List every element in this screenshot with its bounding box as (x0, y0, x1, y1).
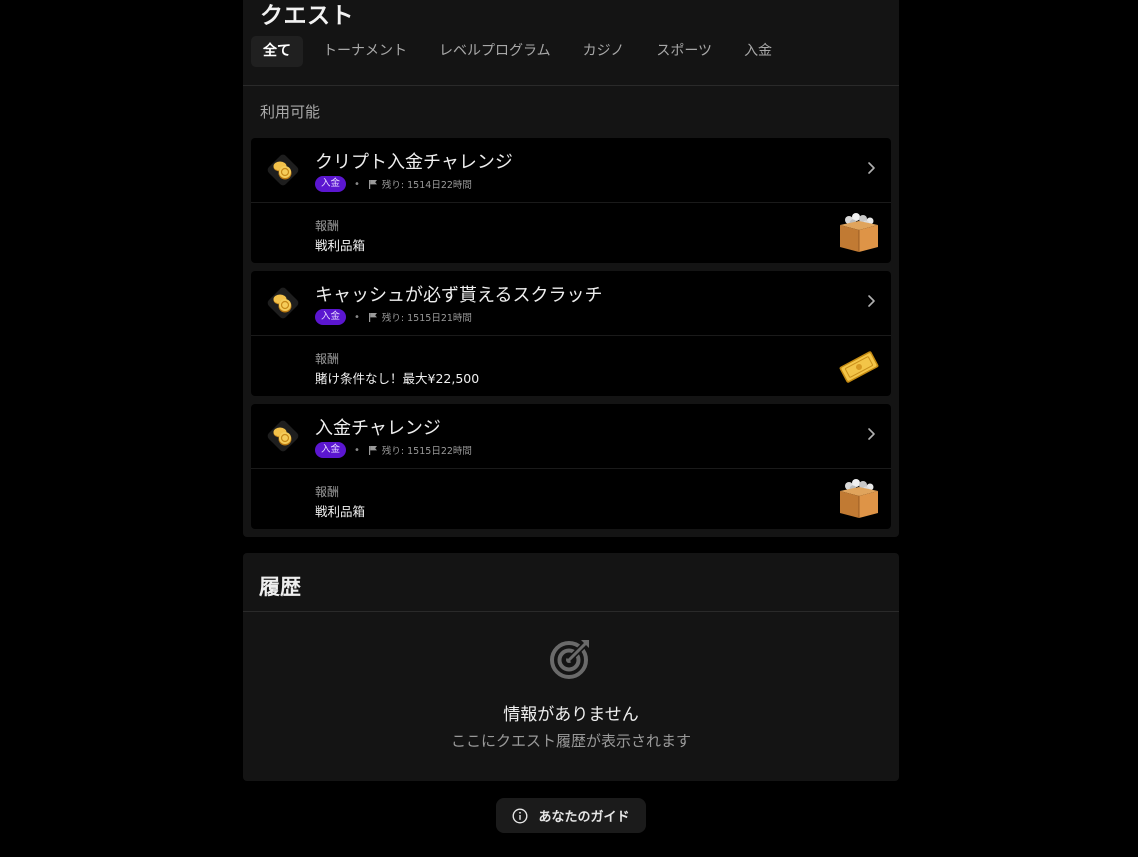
reward-label: 報酬 (315, 352, 340, 366)
loot-box-icon (840, 479, 878, 518)
target-icon (550, 640, 589, 679)
flag-icon (368, 446, 377, 455)
reward-label: 報酬 (315, 485, 340, 499)
quest-meta: 入金 • 残り: 1514日22時間 (315, 176, 472, 192)
meta-separator: • (354, 311, 360, 323)
category-badge: 入金 (315, 176, 347, 192)
card-divider (251, 202, 891, 203)
guide-button-label: あなたのガイド (538, 810, 630, 825)
history-divider (243, 611, 899, 612)
reward-label: 報酬 (315, 219, 340, 233)
quests-panel: クエスト 全て トーナメント レベルプログラム カジノ スポーツ 入金 利用可能… (243, 0, 899, 537)
card-divider (251, 468, 891, 469)
chevron-right-icon[interactable] (865, 160, 877, 176)
quest-meta: 入金 • 残り: 1515日21時間 (315, 309, 472, 325)
reward-value: 戦利品箱 (315, 504, 366, 519)
empty-state-subtitle: ここにクエスト履歴が表示されます (450, 732, 691, 750)
quest-title: キャッシュが必ず貰えるスクラッチ (315, 285, 603, 306)
tab-tournament[interactable]: トーナメント (311, 36, 419, 67)
category-badge: 入金 (315, 442, 347, 458)
golden-ticket-icon (839, 351, 879, 383)
coins-icon (267, 154, 299, 186)
available-section-label: 利用可能 (260, 103, 321, 121)
flag-icon (368, 313, 377, 322)
quest-tabs: 全て トーナメント レベルプログラム カジノ スポーツ 入金 (251, 36, 792, 67)
time-remaining: 残り: 1515日22時間 (381, 446, 472, 457)
chevron-right-icon[interactable] (865, 426, 877, 442)
page-title: クエスト (260, 3, 354, 29)
tab-level-program[interactable]: レベルプログラム (427, 36, 563, 67)
tab-sports[interactable]: スポーツ (644, 36, 724, 67)
time-remaining: 残り: 1515日21時間 (381, 313, 472, 324)
reward-value: 賭け条件なし！最大¥22,500 (315, 371, 480, 386)
tab-casino[interactable]: カジノ (571, 36, 637, 67)
category-badge: 入金 (315, 309, 347, 325)
tab-deposit[interactable]: 入金 (732, 36, 784, 67)
chevron-right-icon[interactable] (865, 293, 877, 309)
quest-title: 入金チャレンジ (315, 418, 441, 439)
quest-card[interactable]: キャッシュが必ず貰えるスクラッチ 入金 • 残り: 1515日21時間 報酬 賭… (251, 271, 891, 396)
guide-button[interactable]: あなたのガイド (496, 798, 646, 833)
header-divider (243, 85, 899, 86)
card-divider (251, 335, 891, 336)
coins-icon (267, 287, 299, 319)
meta-separator: • (354, 444, 360, 456)
history-panel: 履歴 情報がありません ここにクエスト履歴が表示されます (243, 553, 899, 781)
coins-icon (267, 420, 299, 452)
time-remaining: 残り: 1514日22時間 (381, 180, 472, 191)
info-icon (512, 807, 528, 824)
quest-card[interactable]: 入金チャレンジ 入金 • 残り: 1515日22時間 報酬 戦利品箱 (251, 404, 891, 529)
loot-box-icon (840, 213, 878, 252)
meta-separator: • (354, 178, 360, 190)
quest-meta: 入金 • 残り: 1515日22時間 (315, 442, 472, 458)
quest-card[interactable]: クリプト入金チャレンジ 入金 • 残り: 1514日22時間 報酬 戦利品箱 (251, 138, 891, 263)
tab-all[interactable]: 全て (251, 36, 303, 67)
empty-state-title: 情報がありません (503, 705, 639, 725)
history-title: 履歴 (259, 575, 301, 599)
reward-value: 戦利品箱 (315, 238, 366, 253)
quest-title: クリプト入金チャレンジ (315, 152, 513, 173)
flag-icon (368, 180, 377, 189)
